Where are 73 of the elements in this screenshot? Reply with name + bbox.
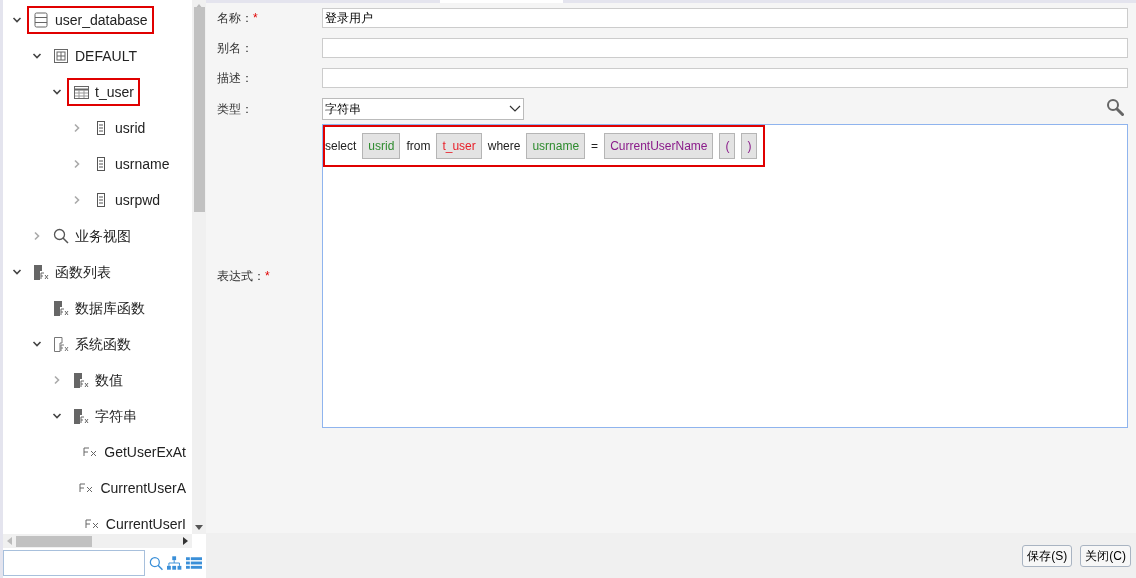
expression-token[interactable]: usrname (526, 133, 586, 159)
tree-item[interactable]: 字符串 (67, 402, 143, 430)
chevron-down-icon[interactable] (52, 411, 62, 421)
function-icon (53, 300, 69, 316)
name-field[interactable]: 登录用户 (322, 8, 1128, 28)
chevron-right-icon[interactable] (72, 123, 82, 133)
expression-keyword: = (591, 138, 599, 155)
search-icon (53, 228, 69, 244)
chevron-down-icon[interactable] (12, 267, 22, 277)
vertical-scrollbar[interactable] (192, 0, 206, 534)
expression-keyword: from (406, 138, 431, 155)
tree-item[interactable]: usrid (87, 114, 152, 142)
tree-item[interactable]: 数据库函数 (47, 294, 151, 322)
tree-item[interactable]: CurrentUserA (72, 474, 192, 502)
expression-token[interactable]: ( (719, 133, 736, 159)
scroll-down-icon[interactable] (195, 525, 203, 530)
function-icon (33, 264, 49, 280)
field-label: 别名： (217, 40, 254, 57)
tree-item[interactable]: t_user (67, 78, 140, 106)
chevron-down-icon[interactable] (12, 15, 22, 25)
tree-item[interactable]: user_database (27, 6, 154, 34)
tree-item[interactable]: CurrentUserI (77, 510, 192, 534)
function-icon (83, 447, 98, 457)
chevron-right-icon[interactable] (52, 375, 62, 385)
function-icon (79, 483, 94, 493)
field-label: 类型： (217, 101, 254, 118)
type-dropdown[interactable]: 字符串 (322, 98, 524, 120)
search-icon[interactable] (1106, 98, 1124, 116)
chevron-down-icon[interactable] (32, 51, 42, 61)
chevron-right-icon[interactable] (32, 231, 42, 241)
function-icon (73, 408, 89, 424)
tree-item[interactable]: usrname (87, 150, 176, 178)
expression-token[interactable]: CurrentUserName (604, 133, 714, 159)
dialog-button[interactable]: 关闭(C) (1080, 544, 1131, 567)
column-icon (97, 121, 105, 135)
chevron-down-icon[interactable] (32, 339, 42, 349)
alias-field[interactable] (322, 38, 1128, 58)
chevron-down-icon[interactable] (52, 87, 62, 97)
field-label: 描述： (217, 70, 254, 87)
grid-icon (54, 49, 68, 63)
horizontal-scrollbar[interactable] (3, 534, 192, 548)
tree-item[interactable]: GetUserExAt (76, 438, 192, 466)
function-icon (73, 372, 89, 388)
tree-item[interactable]: DEFAULT (47, 42, 143, 70)
function-icon (53, 336, 69, 352)
dialog-button[interactable]: 保存(S) (1022, 544, 1073, 567)
expression-keyword: where (487, 138, 521, 155)
hierarchy-icon[interactable] (167, 556, 182, 570)
field-label: 表达式：* (217, 268, 271, 285)
expression-editor[interactable]: select usrid from t_user where usrname = CurrentUserName ( ) (322, 124, 1128, 428)
function-icon (84, 519, 99, 529)
column-icon (97, 193, 105, 207)
tree-item[interactable]: 系统函数 (47, 330, 137, 358)
expression-token[interactable]: usrid (362, 133, 401, 159)
scroll-right-icon[interactable] (183, 537, 188, 545)
table-icon (73, 85, 89, 99)
chevron-down-icon (509, 105, 521, 113)
column-icon (97, 157, 105, 171)
description-field[interactable] (322, 68, 1128, 88)
chevron-right-icon[interactable] (72, 195, 82, 205)
tree-item[interactable]: 业务视图 (47, 222, 137, 250)
tree-item[interactable]: 数值 (67, 366, 129, 394)
expression-keyword: select (325, 138, 357, 155)
search-icon[interactable] (149, 555, 164, 571)
tree-item[interactable]: usrpwd (87, 186, 167, 214)
tree-item[interactable]: 函数列表 (27, 258, 117, 286)
search-field[interactable] (3, 550, 145, 576)
database-icon (34, 12, 48, 28)
list-icon[interactable] (185, 557, 202, 569)
field-label: 名称：* (217, 10, 259, 27)
expression-token[interactable]: ) (741, 133, 758, 159)
expression-token[interactable]: t_user (436, 133, 482, 159)
chevron-right-icon[interactable] (72, 159, 82, 169)
